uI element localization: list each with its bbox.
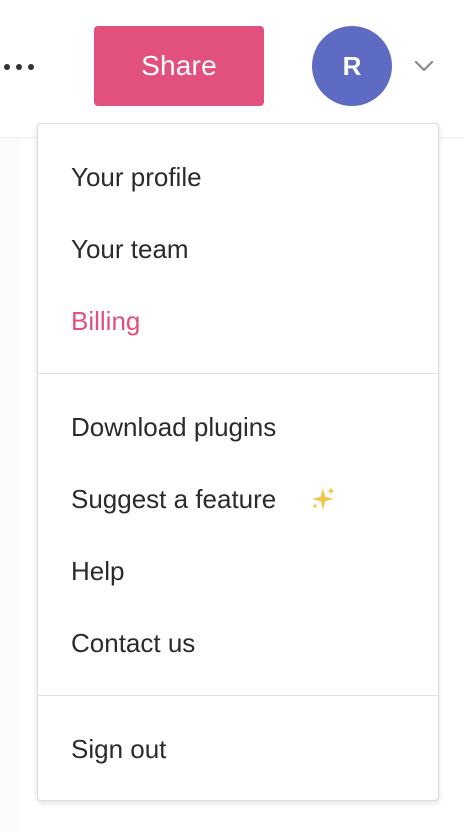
menu-item-suggest-a-feature[interactable]: Suggest a feature [71, 479, 351, 519]
menu-divider [38, 373, 438, 374]
menu-item-your-team[interactable]: Your team [71, 229, 189, 269]
top-bar: Share R [0, 0, 464, 138]
menu-item-your-profile[interactable]: Your profile [71, 157, 202, 197]
menu-item-contact-us[interactable]: Contact us [71, 623, 195, 663]
menu-item-download-plugins[interactable]: Download plugins [71, 407, 276, 447]
share-button[interactable]: Share [94, 26, 264, 106]
menu-divider [38, 695, 438, 696]
chevron-down-icon[interactable] [412, 56, 436, 76]
sparkles-icon [312, 487, 335, 510]
more-horizontal-icon [4, 64, 10, 70]
menu-item-label: Suggest a feature [71, 484, 277, 514]
menu-item-billing[interactable]: Billing [71, 301, 140, 341]
menu-item-sign-out[interactable]: Sign out [71, 729, 166, 769]
more-dot [28, 64, 34, 70]
avatar[interactable]: R [312, 26, 392, 106]
more-options-button[interactable] [0, 50, 44, 84]
menu-item-help[interactable]: Help [71, 551, 124, 591]
more-dot [16, 64, 22, 70]
page-background [0, 138, 20, 832]
account-dropdown-menu: Your profile Your team Billing Download … [37, 123, 439, 801]
